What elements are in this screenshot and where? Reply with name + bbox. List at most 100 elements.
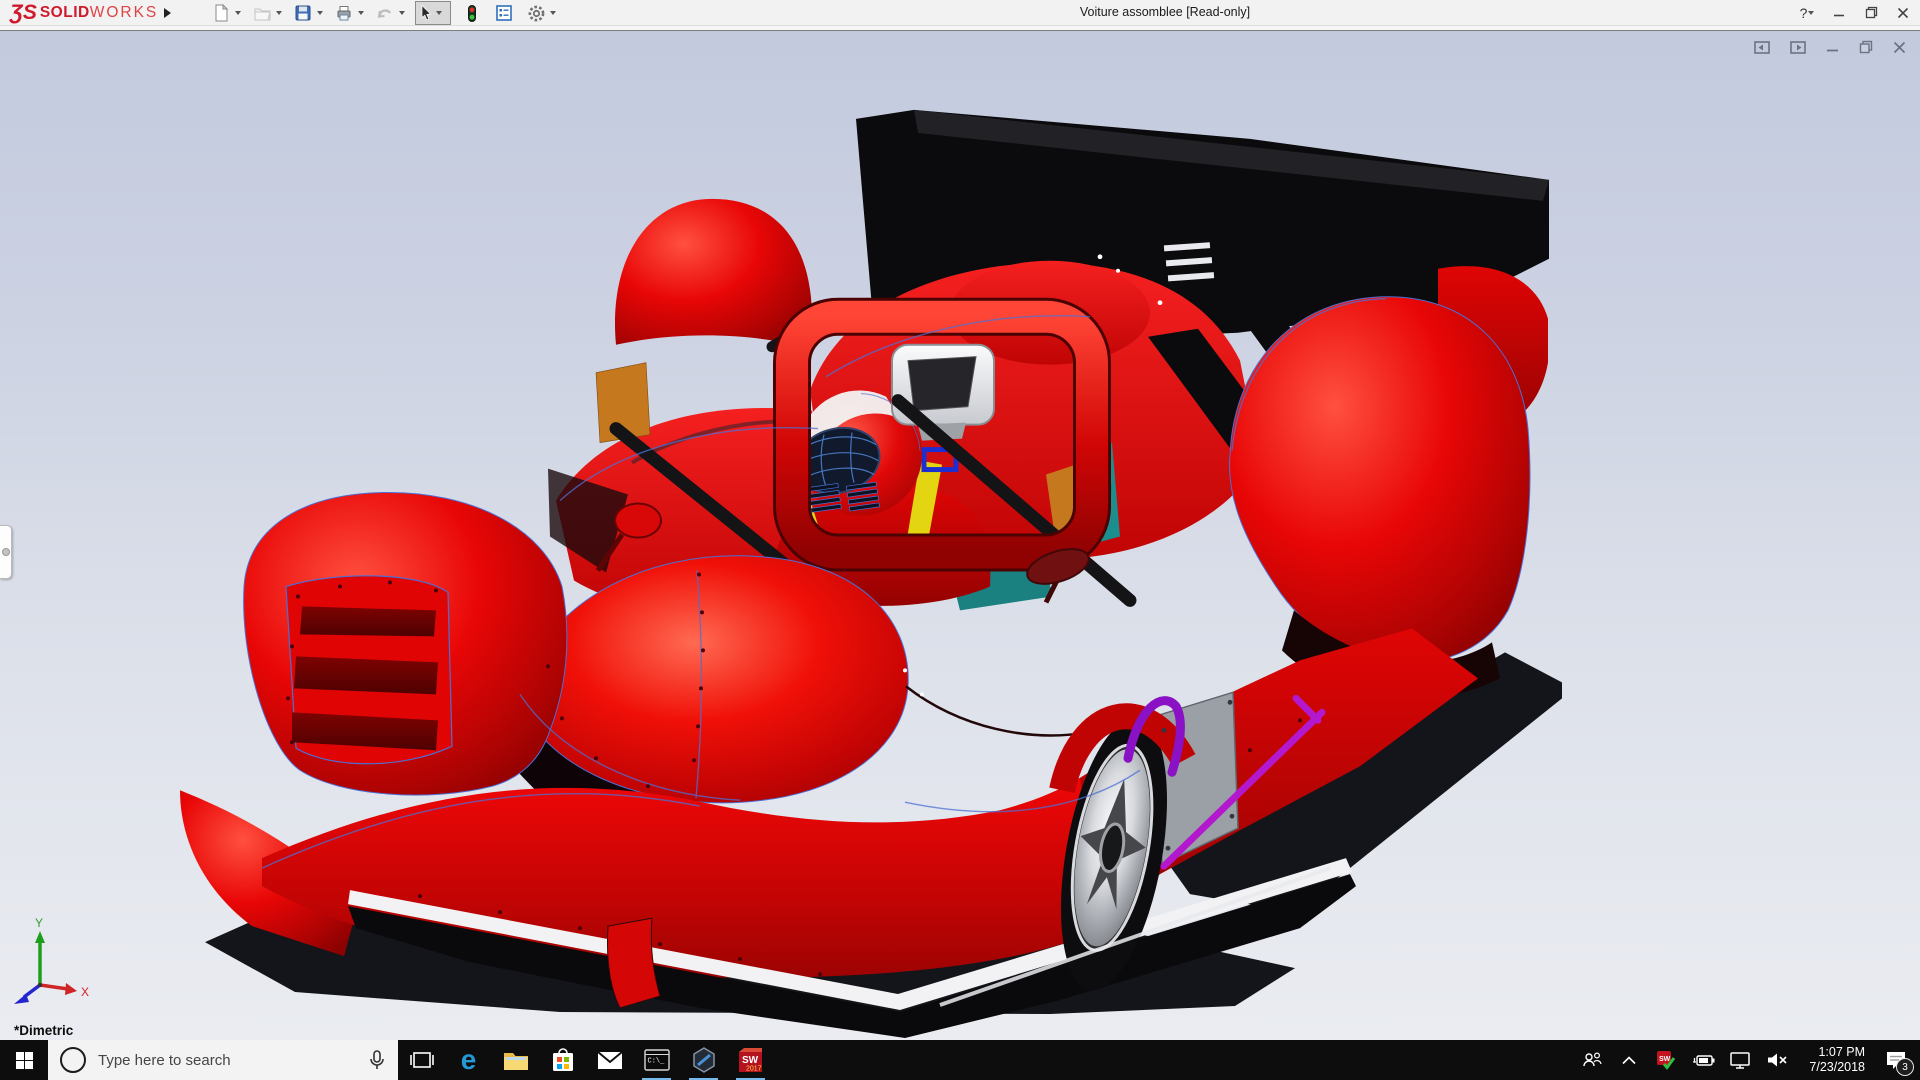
envelope-icon [597,1051,623,1070]
doc-restore-button[interactable] [1859,40,1873,59]
microsoft-store-icon[interactable] [539,1040,586,1080]
open-folder-icon [253,4,272,22]
new-document-icon [212,4,230,22]
hexagon-badge-icon [691,1046,717,1074]
search-input[interactable] [96,1051,368,1070]
close-icon [1897,7,1909,19]
view-orientation-label: *Dimetric [14,1023,73,1038]
store-bag-icon [551,1047,575,1073]
svg-text:SW: SW [1659,1056,1671,1063]
help-dropdown-caret [1808,11,1814,15]
window-title: Voiture assomblee [Read-only] [1080,5,1250,19]
undo-arrow-icon [376,4,395,22]
svg-text:2017: 2017 [746,1066,762,1073]
select-cursor-icon [418,4,435,22]
undo-button[interactable] [374,2,396,24]
folder-icon [503,1049,529,1071]
options-button[interactable] [525,2,547,24]
minimize-button[interactable] [1830,2,1848,24]
show-left-pane-button[interactable] [1754,41,1770,59]
help-button[interactable]: ? [1798,2,1816,24]
start-button[interactable] [0,1040,48,1080]
quick-access-toolbar [210,2,561,24]
doc-close-button[interactable] [1893,41,1906,59]
system-tray: SW 1:07 PM 7/23/2018 3 [1577,1040,1920,1080]
solidworks-logo: ƷS SOLID WORKS [10,1,158,25]
headrest-fairing[interactable] [615,199,812,349]
rear-right-fender[interactable] [1230,297,1530,663]
network-display-icon[interactable] [1725,1040,1755,1080]
tray-chevron-up-icon[interactable] [1614,1040,1644,1080]
nose-dome[interactable] [518,556,908,803]
close-button[interactable] [1894,2,1912,24]
print-dropdown-caret[interactable] [358,11,364,15]
taskbar: e C:\_ SW2017 SW [0,1040,1920,1080]
action-center-button[interactable]: 3 [1876,1040,1916,1080]
clock-time: 1:07 PM [1803,1045,1865,1060]
task-view-icon [410,1050,434,1070]
nose-crease [906,686,1088,735]
windows-logo-icon [16,1052,33,1069]
restore-button[interactable] [1862,2,1880,24]
doc-minimize-button[interactable] [1826,41,1839,59]
notification-count-badge: 3 [1896,1058,1914,1076]
title-bar: ƷS SOLID WORKS [0,0,1920,26]
clock-date: 7/23/2018 [1803,1060,1865,1075]
undo-dropdown-caret[interactable] [399,11,405,15]
battery-icon[interactable] [1688,1040,1718,1080]
orientation-triad: Y X [6,911,126,1011]
minimize-icon [1833,7,1845,19]
print-icon [335,4,353,22]
solidworks-monitor-tray-icon[interactable]: SW [1651,1040,1681,1080]
task-view-button[interactable] [398,1040,445,1080]
taskbar-clock[interactable]: 1:07 PM 7/23/2018 [1803,1045,1865,1075]
window-frame-strip [0,26,1920,31]
traffic-light-icon [463,4,481,23]
property-form-button[interactable] [493,2,515,24]
show-right-pane-button[interactable] [1790,41,1806,59]
select-dropdown-caret[interactable] [436,11,442,15]
edge-browser-icon[interactable]: e [445,1040,492,1080]
file-explorer-icon[interactable] [492,1040,539,1080]
search-box[interactable] [48,1040,398,1080]
open-dropdown-caret[interactable] [276,11,282,15]
open-button[interactable] [251,2,273,24]
people-icon[interactable] [1577,1040,1607,1080]
select-tool-button[interactable] [415,1,451,25]
performance-lights-button[interactable] [461,2,483,24]
save-dropdown-caret[interactable] [317,11,323,15]
feature-pane-tab[interactable] [0,525,12,579]
options-dropdown-caret[interactable] [550,11,556,15]
x-axis-arrow [65,983,77,995]
race-car-model[interactable] [0,31,1920,1040]
sw-cube-icon: SW2017 [737,1046,764,1074]
y-axis-label: Y [35,916,43,930]
viewport-3d[interactable]: Y X *Dimetric [0,31,1920,1040]
taskbar-apps: e C:\_ SW2017 [398,1040,774,1080]
window-controls: ? [1798,0,1912,25]
new-document-button[interactable] [210,2,232,24]
microphone-icon[interactable] [368,1049,386,1071]
cortana-circle-icon [60,1047,86,1073]
document-window-controls [1754,40,1906,59]
solidworks-logo-mark: ƷS [10,1,37,25]
hexagon-app-icon[interactable] [680,1040,727,1080]
print-button[interactable] [333,2,355,24]
volume-muted-icon[interactable] [1762,1040,1792,1080]
solidworks-2017-icon[interactable]: SW2017 [727,1040,774,1080]
x-axis-label: X [81,985,89,999]
save-button[interactable] [292,2,314,24]
restore-icon [1865,6,1878,19]
menu-expand-arrow[interactable] [160,4,174,21]
save-floppy-icon [294,4,312,22]
new-dropdown-caret[interactable] [235,11,241,15]
svg-text:C:\_: C:\_ [647,1058,665,1066]
mail-icon[interactable] [586,1040,633,1080]
pane-tab-dot-icon [2,548,10,556]
gear-icon [527,4,546,23]
svg-text:SW: SW [742,1055,759,1066]
terminal-icon: C:\_ [644,1049,670,1071]
right-triangle-icon [164,8,171,18]
y-axis-arrow [35,931,45,943]
command-prompt-icon[interactable]: C:\_ [633,1040,680,1080]
